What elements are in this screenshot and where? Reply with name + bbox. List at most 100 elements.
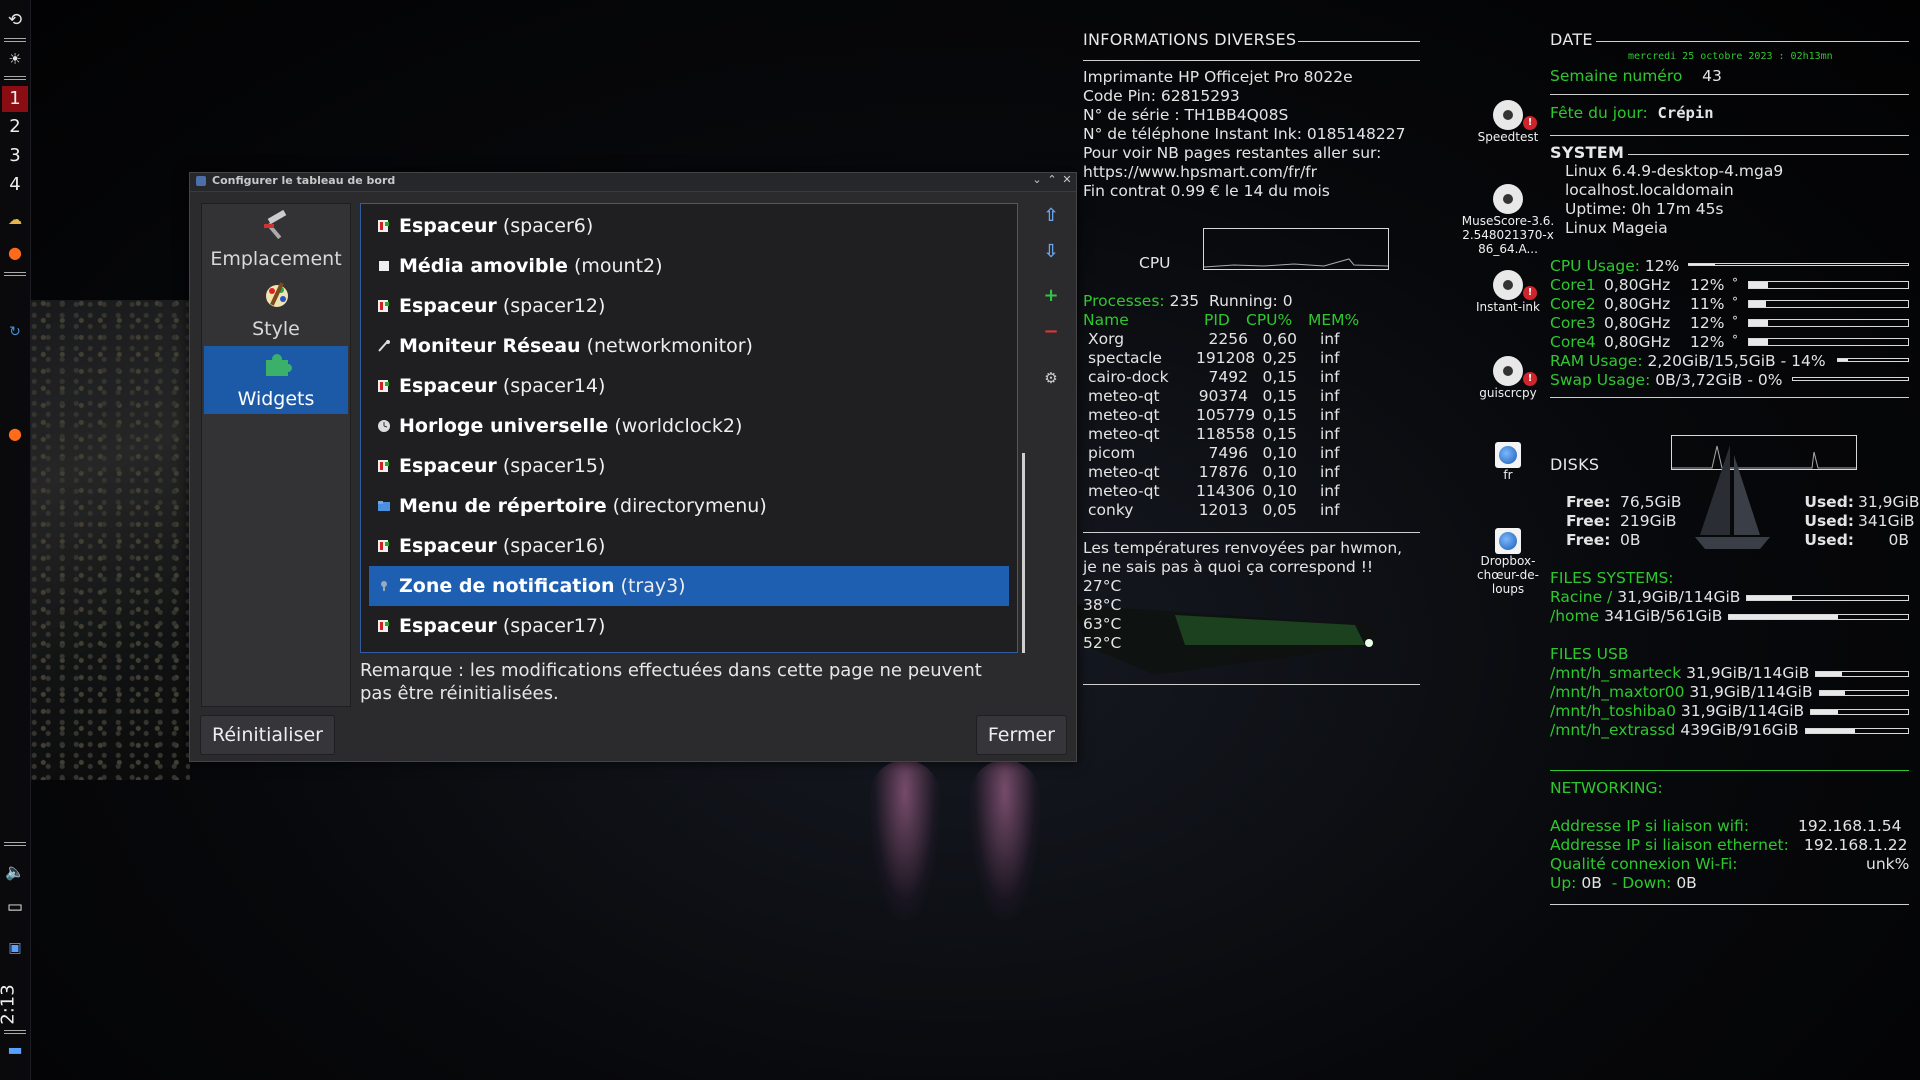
clipboard-icon[interactable]: ▭ [0,897,30,917]
network-monitor-icon [378,340,390,352]
panel-clock[interactable]: 2:13 [0,978,30,1028]
eth-ip: 192.168.1.22 [1804,836,1908,854]
temp-value: 38°C [1083,596,1122,614]
mount-bar-fill [1820,691,1845,695]
brightness-icon[interactable]: ☀ [0,50,30,68]
up-value: 0B [1581,874,1602,892]
mount-bar-fill [1806,729,1855,733]
widget-label: Média amovible (mount2) [399,255,663,277]
up-label: Up: [1550,874,1577,892]
feast-line: Fête du jour: Crépin [1550,104,1714,123]
network-icon[interactable]: ▣ [0,940,30,956]
warning-badge-icon: ! [1523,286,1537,300]
dialog-titlebar[interactable]: Configurer le tableau de bord ⌄ ⌃ ✕ [190,173,1076,192]
firefox-icon[interactable]: ● [0,243,30,262]
proc-pid: 17876 [1198,463,1248,481]
mount-bar [1819,690,1909,696]
desktop-icon-dropbox[interactable]: Dropbox-chœur-de-loups [1460,528,1556,596]
mount-path: /mnt/h_maxtor00 [1550,683,1685,701]
desktop-1[interactable]: 1 [2,86,28,112]
ram-bar-fill [1838,359,1848,361]
weather-icon[interactable]: ☁ [0,212,30,228]
list-item[interactable]: Horloge universelle (worldclock2) [369,406,1009,446]
list-item[interactable]: Espaceur (spacer15) [369,446,1009,486]
remove-widget-button[interactable]: − [1038,319,1064,345]
web-link-icon [1495,442,1521,468]
move-up-button[interactable]: ⇧ [1038,203,1064,229]
widget-label: Espaceur (spacer12) [399,295,606,317]
proc-pid: 12013 [1198,501,1248,519]
list-item[interactable]: Média amovible (mount2) [369,246,1009,286]
widget-label: Horloge universelle (worldclock2) [399,415,743,437]
add-widget-button[interactable]: + [1038,283,1064,309]
sidebar-item-style[interactable]: Style [204,276,348,344]
firefox-icon[interactable]: ● [0,424,30,443]
list-item[interactable]: Espaceur (spacer17) [369,606,1009,646]
app-launcher-icon[interactable]: ↻ [0,324,30,340]
folder-icon[interactable]: ▬ [0,1040,30,1059]
configure-panel-dialog: Configurer le tableau de bord ⌄ ⌃ ✕ Empl… [189,172,1077,762]
puzzle-icon [266,354,292,376]
close-button[interactable]: Fermer [975,715,1067,755]
proc-pid: 7496 [1208,444,1248,462]
mount-line: /mnt/h_toshiba0 31,9GiB/114GiB [1550,702,1804,721]
cpu-graph-plot [1203,258,1389,268]
close-icon[interactable]: ✕ [1060,173,1074,186]
refresh-icon[interactable]: ⟲ [0,10,30,30]
info-link[interactable]: https://www.hpsmart.com/fr/fr [1083,163,1317,182]
list-item[interactable]: Moniteur Réseau (networkmonitor) [369,326,1009,366]
list-item[interactable]: Espaceur (spacer12) [369,286,1009,326]
desktop-icon-guiscrcpy[interactable]: ! guiscrcpy [1460,356,1556,400]
panel-separator [4,38,26,42]
volume-icon[interactable]: 🔈 [0,862,30,881]
list-item[interactable]: Espaceur (spacer14) [369,366,1009,406]
week-number: 43 [1702,67,1722,85]
world-clock-icon [378,420,390,432]
mount-bar [1805,728,1909,734]
divider [1550,135,1909,136]
proc-pid: 114306 [1196,482,1256,500]
notification-area-icon [381,581,387,591]
desktop-3[interactable]: 3 [2,143,28,169]
sidebar-item-emplacement[interactable]: Emplacement [204,206,348,274]
list-item[interactable]: Espaceur (spacer6) [369,206,1009,246]
spacer-icon [378,220,389,232]
temp-text: Les températures renvoyées par hwmon, [1083,539,1403,557]
list-scrollbar[interactable] [1022,453,1025,653]
widget-list[interactable]: Espaceur (spacer6) Média amovible (mount… [360,203,1018,653]
info-line: Pour voir NB pages restantes aller sur: [1083,144,1382,162]
core-percent: 12% [1690,276,1725,294]
sidebar-item-widgets[interactable]: Widgets [204,346,348,414]
widget-label: Espaceur (spacer6) [399,215,594,237]
swap-bar [1792,377,1909,381]
desktop-4[interactable]: 4 [2,172,28,198]
processes-label: Processes: [1083,292,1165,310]
maximize-icon[interactable]: ⌃ [1045,173,1059,186]
feast-name: Crépin [1657,104,1714,122]
desktop-icon-instant-ink[interactable]: ! Instant-ink [1460,270,1556,314]
proc-cpu: 0,60 [1262,330,1297,348]
core-freq: 0,80GHz [1604,314,1671,332]
ram-label: RAM Usage: [1550,352,1643,370]
desktop-icon-fr[interactable]: fr [1460,442,1556,482]
divider [1628,154,1909,155]
list-item-selected[interactable]: Zone de notification (tray3) [369,566,1009,606]
reset-button[interactable]: Réinitialiser [200,715,335,755]
system-line: localhost.localdomain [1565,181,1734,199]
cpu-usage-line: CPU Usage: 12% [1550,257,1679,276]
list-item[interactable]: Menu de répertoire (directorymenu) [369,486,1009,526]
desktop-icon-speedtest[interactable]: ! Speedtest [1460,100,1556,144]
divider [1596,41,1909,42]
proc-name: meteo-qt [1088,387,1160,405]
list-item[interactable]: Espaceur (spacer16) [369,526,1009,566]
move-down-button[interactable]: ⇩ [1038,239,1064,265]
minimize-icon[interactable]: ⌄ [1030,173,1044,186]
configure-widget-button[interactable]: ⚙ [1038,365,1064,391]
desktop-2[interactable]: 2 [2,114,28,140]
eth-label: Addresse IP si liaison ethernet: [1550,836,1789,854]
disk-used-label: Used: [1804,493,1854,511]
running-label: Running: [1209,292,1278,310]
desktop-icon-musescore[interactable]: MuseScore-3.6.2.548021370-x86_64.A... [1460,184,1556,256]
updown-line: Up: 0B - Down: 0B [1550,874,1697,893]
disk-free-value: 0B [1620,531,1641,549]
